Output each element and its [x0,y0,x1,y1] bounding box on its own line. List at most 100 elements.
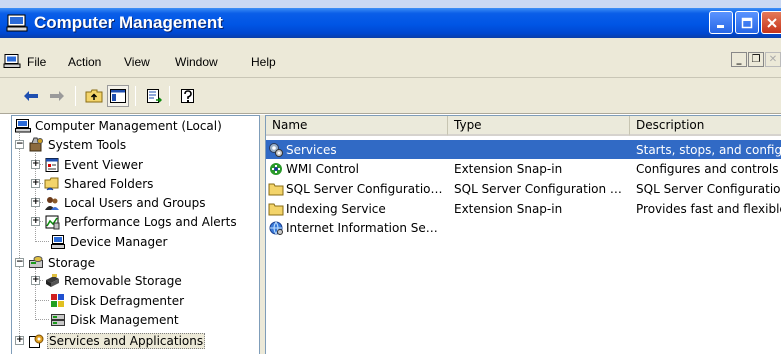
title-bar[interactable]: Computer Management [0,8,781,38]
tree-node-label: Services and Applications [47,332,206,349]
minimize-icon [717,24,724,28]
services-icon [267,142,284,158]
list-row-internet-information-services[interactable]: Internet Information Se… [266,218,781,237]
tree-line [35,300,49,301]
list-cell-type: Extension Snap-in [454,161,563,176]
tree-node-label: Disk Management [70,312,179,327]
tree-node-label: Removable Storage [64,273,182,288]
computer-management-icon [14,118,31,134]
folder-icon [267,201,284,217]
maximize-button[interactable] [735,11,759,34]
menu-bar: File Action View Window Help _ ❐ ✕ [0,38,781,78]
list-cell-name: Internet Information Se… [286,220,438,235]
menu-action[interactable]: Action [68,55,101,69]
list-cell-name: WMI Control [286,161,359,176]
users-icon [43,195,60,211]
storage-icon [27,255,44,271]
tree-node-computer-management[interactable]: Computer Management (Local) [14,116,223,135]
tree-node-system-tools[interactable]: System Tools [27,135,127,154]
list-row-services[interactable]: Services Starts, stops, and configures W… [266,140,781,159]
tree-node-disk-defragmenter[interactable]: Disk Defragmenter [49,291,185,310]
expand-toggle-local-users[interactable]: + [31,198,40,207]
list-cell-description: Starts, stops, and configures Windows se… [636,142,781,157]
toolbar-separator [75,86,76,106]
mmc-document-icon[interactable] [3,54,21,68]
tree-node-label: Storage [48,255,95,270]
expand-toggle-shared-folders[interactable]: + [31,179,40,188]
menu-window[interactable]: Window [175,55,218,69]
console-tree[interactable]: Computer Management (Local) − System Too… [11,115,260,354]
help-button[interactable] [177,85,199,107]
up-one-level-button[interactable] [83,85,105,107]
tree-node-device-manager[interactable]: Device Manager [49,232,168,251]
menu-view[interactable]: View [124,55,150,69]
mdi-minimize-icon: _ [736,54,742,65]
menu-file[interactable]: File [27,55,46,69]
tree-node-event-viewer[interactable]: Event Viewer [43,155,144,174]
performance-logs-icon [43,214,60,230]
column-header-type[interactable]: Type [448,116,630,136]
list-row-indexing-service[interactable]: Indexing Service Extension Snap-in Provi… [266,199,781,218]
tree-node-label: Event Viewer [64,157,143,172]
expand-toggle-removable-storage[interactable]: + [31,276,40,285]
list-cell-name: Services [286,142,337,157]
expand-toggle-services-apps[interactable]: + [15,336,24,345]
tree-node-performance-logs[interactable]: Performance Logs and Alerts [43,212,238,231]
list-cell-description: Configures and controls the Windows Mana… [636,161,781,176]
tree-node-shared-folders[interactable]: Shared Folders [43,174,154,193]
up-folder-icon [85,89,103,103]
tree-node-disk-management[interactable]: Disk Management [49,310,180,329]
mdi-close-icon: ✕ [768,54,778,65]
iis-icon [267,220,284,236]
list-row-wmi-control[interactable]: WMI Control Extension Snap-in Configures… [266,159,781,178]
shared-folder-icon [43,176,60,192]
back-button[interactable] [20,85,42,107]
disk-management-icon [49,312,66,328]
mdi-restore-button[interactable]: ❐ [748,52,764,67]
mdi-close-button[interactable]: ✕ [765,52,781,67]
show-hide-tree-button[interactable] [107,85,129,107]
tree-node-label: Shared Folders [64,176,154,191]
close-button[interactable] [761,11,781,34]
back-arrow-icon [24,91,38,101]
device-manager-icon [49,234,66,250]
export-list-icon [147,89,162,103]
column-header-name[interactable]: Name [266,116,448,136]
system-tools-icon [27,137,44,153]
event-viewer-icon [43,157,60,173]
expand-toggle-performance-logs[interactable]: + [31,217,40,226]
tree-line [19,133,20,340]
list-row-sql-server-configuration[interactable]: SQL Server Configuratio… SQL Server Conf… [266,179,781,198]
mdi-minimize-button[interactable]: _ [731,52,747,67]
wmi-icon [267,161,284,177]
minimize-button[interactable] [709,11,733,34]
forward-arrow-icon [50,91,64,101]
menu-help[interactable]: Help [251,55,276,69]
list-cell-description: SQL Server Configuration Manager [636,181,781,196]
tree-node-local-users[interactable]: Local Users and Groups [43,193,207,212]
tree-node-services-and-applications[interactable]: Services and Applications [27,331,206,350]
forward-button[interactable] [46,85,68,107]
disk-defragmenter-icon [49,293,66,309]
list-cell-description: Provides fast and flexible searching. [636,201,781,216]
window-title: Computer Management [34,13,223,32]
collapse-toggle-storage[interactable]: − [15,258,24,267]
removable-storage-icon [43,273,60,289]
tree-node-label: Device Manager [70,234,168,249]
column-header-description[interactable]: Description [630,116,781,136]
list-cell-name: SQL Server Configuratio… [286,181,443,196]
tree-node-storage[interactable]: Storage [27,253,96,272]
maximize-icon [741,17,753,28]
list-cell-name: Indexing Service [286,201,386,216]
collapse-toggle-system-tools[interactable]: − [15,140,24,149]
help-icon [181,89,194,103]
mdi-controls: _ ❐ ✕ [731,52,781,67]
toolbar-separator [169,86,170,106]
console-tree-icon [110,89,126,103]
expand-toggle-event-viewer[interactable]: + [31,160,40,169]
details-list[interactable]: Name Type Description Services Starts, s… [265,115,781,354]
tree-node-label: Local Users and Groups [64,195,206,210]
tree-node-removable-storage[interactable]: Removable Storage [43,271,183,290]
export-list-button[interactable] [143,85,165,107]
list-cell-type: Extension Snap-in [454,201,563,216]
